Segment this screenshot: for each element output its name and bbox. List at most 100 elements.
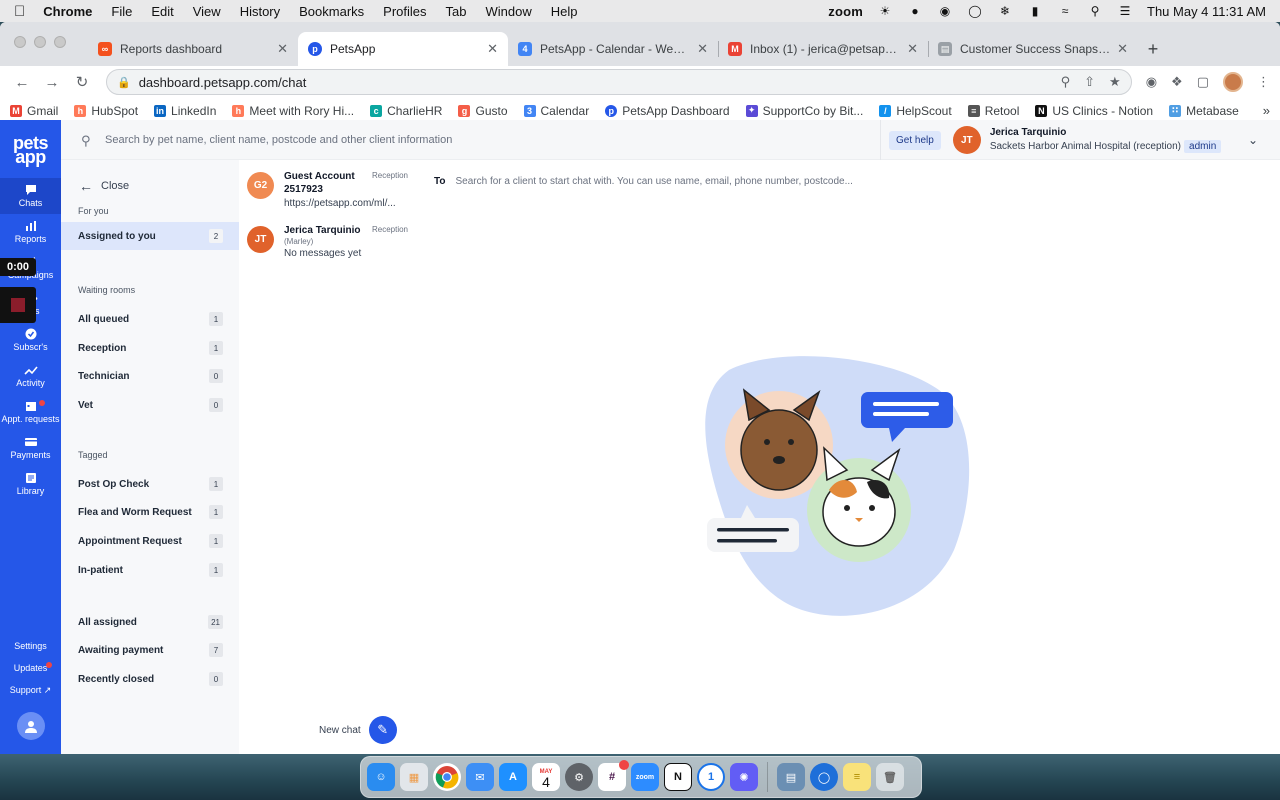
close-tab-icon[interactable]: ✕ (907, 41, 918, 57)
preview-icon[interactable]: ▤ (777, 763, 805, 791)
menu-help[interactable]: Help (551, 4, 578, 19)
slack-icon[interactable]: # (598, 760, 629, 791)
nav-support[interactable]: Support ↗ (0, 679, 61, 702)
side-panel-icon[interactable]: ▢ (1197, 74, 1209, 90)
close-tab-icon[interactable]: ✕ (277, 41, 288, 57)
reload-icon[interactable]: ↻ (70, 70, 94, 94)
bookmark-supportco[interactable]: ✦ SupportCo by Bit... (745, 104, 863, 118)
menu-file[interactable]: File (111, 4, 132, 19)
mail-icon[interactable]: ✉ (466, 763, 494, 791)
droplet-icon[interactable]: ◉ (937, 4, 953, 18)
zoom-status[interactable]: zoom (828, 4, 863, 19)
lock-icon[interactable]: 🔒 (117, 76, 131, 89)
app-store-icon[interactable]: A (499, 763, 527, 791)
inbox-post-op-check[interactable]: Post Op Check 1 (61, 470, 239, 498)
share-icon[interactable]: ⇧ (1084, 74, 1095, 90)
menu-bookmarks[interactable]: Bookmarks (299, 4, 364, 19)
bookmark-us-clinics-notion[interactable]: N US Clinics - Notion (1035, 104, 1153, 118)
nav-reports[interactable]: Reports (0, 214, 61, 250)
nav-appointment-requests[interactable]: Appt. requests (0, 394, 61, 430)
address-bar[interactable]: 🔒 dashboard.petsapp.com/chat ⚲ ⇧ ★ (106, 69, 1132, 95)
stop-recording-button[interactable] (0, 287, 36, 323)
extension-icon[interactable]: ◉ (1146, 74, 1157, 90)
chevron-down-icon[interactable]: ⌄ (1248, 133, 1258, 147)
client-search-input[interactable] (105, 133, 865, 146)
1password-icon[interactable]: 1 (697, 763, 725, 791)
new-chat-button[interactable]: New chat ✎ (319, 716, 397, 744)
browser-tab-petsapp[interactable]: p PetsApp ✕ (298, 32, 508, 66)
close-tab-icon[interactable]: ✕ (697, 41, 708, 57)
wifi-icon[interactable]: ≈ (1057, 4, 1073, 18)
trash-icon[interactable]: 🗑 (876, 763, 904, 791)
menu-profiles[interactable]: Profiles (383, 4, 426, 19)
bookmark-metabase[interactable]: ∷ Metabase (1169, 104, 1239, 118)
more-bookmarks-button[interactable]: » (1263, 103, 1270, 118)
bookmark-gmail[interactable]: M Gmail (10, 104, 58, 118)
inbox-vet[interactable]: Vet 0 (61, 391, 239, 419)
menu-edit[interactable]: Edit (151, 4, 173, 19)
search-icon[interactable]: ⚲ (1061, 74, 1071, 90)
bookmark-calendar[interactable]: 3 Calendar (523, 104, 589, 118)
nav-settings[interactable]: Settings (0, 635, 61, 657)
airdrop-icon[interactable]: ❄ (997, 4, 1013, 18)
petsapp-logo[interactable]: pets app (0, 120, 61, 166)
bookmark-hubspot[interactable]: h HubSpot (74, 104, 138, 118)
nav-chats[interactable]: Chats (0, 178, 61, 214)
onepassword-status-icon[interactable]: ◯ (967, 4, 983, 18)
finder-icon[interactable]: ☺ (367, 763, 395, 791)
battery-icon[interactable]: ▮ (1027, 4, 1043, 18)
kebab-menu-icon[interactable]: ⋮ (1257, 74, 1270, 90)
bookmark-meet-rory[interactable]: h Meet with Rory Hi... (232, 104, 354, 118)
inbox-flea-and-worm[interactable]: Flea and Worm Request 1 (61, 498, 239, 526)
nav-library[interactable]: Library (0, 466, 61, 502)
inbox-appointment-request[interactable]: Appointment Request 1 (61, 527, 239, 555)
back-icon[interactable]: ← (10, 70, 34, 94)
close-tab-icon[interactable]: ✕ (1117, 41, 1128, 57)
brightness-icon[interactable]: ☀ (877, 4, 893, 18)
bookmark-charliehr[interactable]: c CharlieHR (370, 104, 442, 118)
menu-app-name[interactable]: Chrome (43, 4, 92, 19)
user-avatar-icon[interactable] (16, 712, 45, 740)
inbox-all-queued[interactable]: All queued 1 (61, 305, 239, 333)
bookmark-petsapp-dashboard[interactable]: p PetsApp Dashboard (605, 104, 730, 118)
close-tab-icon[interactable]: ✕ (487, 41, 498, 57)
bookmark-star-icon[interactable]: ★ (1109, 74, 1121, 90)
nav-payments[interactable]: Payments (0, 430, 61, 466)
bookmark-retool[interactable]: ≡ Retool (967, 104, 1019, 118)
notes-icon[interactable]: ≡ (843, 763, 871, 791)
user-avatar[interactable]: JT (952, 126, 981, 154)
grammarly-icon[interactable]: ● (907, 4, 923, 18)
menu-window[interactable]: Window (486, 4, 532, 19)
chrome-icon[interactable] (433, 763, 461, 791)
puzzle-icon[interactable]: ❖ (1171, 74, 1183, 90)
control-center-icon[interactable]: ☰ (1117, 4, 1133, 18)
bookmark-gusto[interactable]: g Gusto (458, 104, 508, 118)
forward-icon[interactable]: → (40, 70, 64, 94)
menu-view[interactable]: View (193, 4, 221, 19)
inbox-technician[interactable]: Technician 0 (61, 362, 239, 390)
launchpad-icon[interactable]: ▦ (400, 763, 428, 791)
nav-activity[interactable]: Activity (0, 358, 61, 394)
close-inbox-button[interactable]: ← Close (79, 178, 129, 194)
profile-avatar[interactable] (1223, 72, 1243, 92)
notion-icon[interactable]: N (664, 763, 692, 791)
browser-tab-customer-success[interactable]: ▤ Customer Success Snapshot ✕ (928, 32, 1138, 66)
conversation-item[interactable]: G2 Guest Account 2517923 Reception https… (239, 170, 419, 209)
apple-icon[interactable]:  (14, 3, 25, 20)
zoom-icon[interactable]: zoom (631, 763, 659, 791)
menu-history[interactable]: History (240, 4, 280, 19)
get-help-button[interactable]: Get help (889, 130, 941, 150)
inbox-recently-closed[interactable]: Recently closed 0 (61, 665, 239, 693)
window-close-button[interactable] (14, 36, 26, 48)
recipient-search-input[interactable] (455, 176, 976, 187)
url-text[interactable]: dashboard.petsapp.com/chat (139, 75, 1047, 90)
loom-recorder-icon[interactable]: ◯ (810, 763, 838, 791)
window-zoom-button[interactable] (54, 36, 66, 48)
system-preferences-icon[interactable]: ⚙ (565, 763, 593, 791)
bookmark-helpscout[interactable]: / HelpScout (879, 104, 952, 118)
conversation-item[interactable]: JT Jerica Tarquinio Reception (Marley) N… (239, 224, 419, 259)
window-minimize-button[interactable] (34, 36, 46, 48)
inbox-assigned-to-you[interactable]: Assigned to you 2 (61, 222, 239, 250)
menu-tab[interactable]: Tab (446, 4, 467, 19)
inbox-in-patient[interactable]: In-patient 1 (61, 556, 239, 584)
